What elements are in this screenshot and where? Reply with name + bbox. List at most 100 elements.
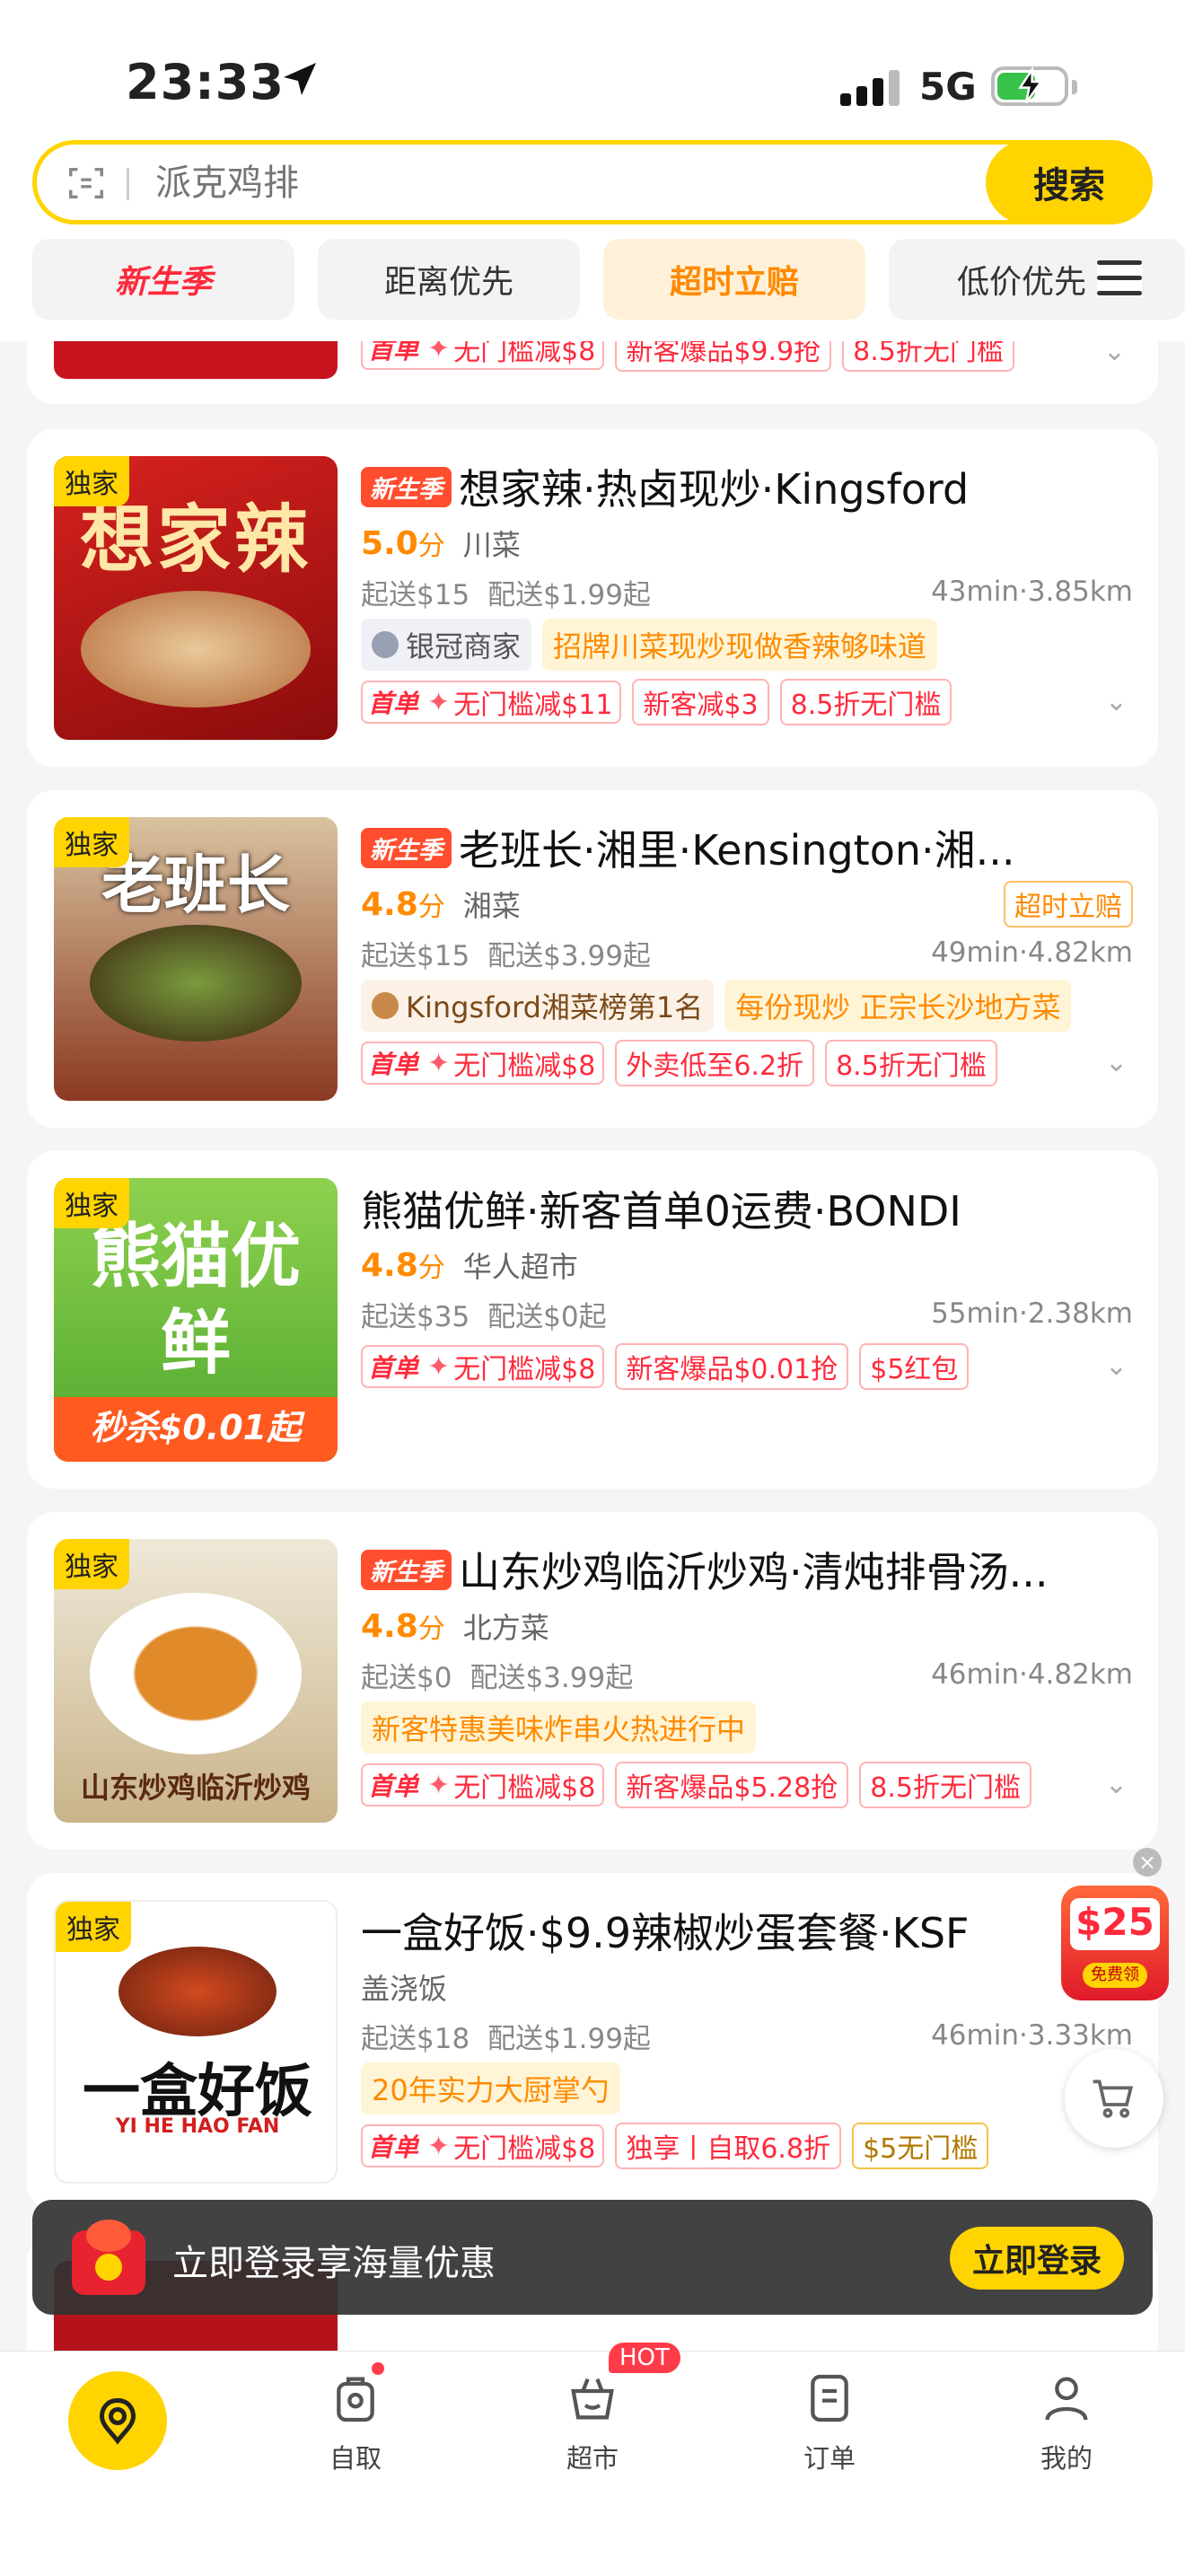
chevron-down-icon[interactable]: ⌄ [1105,1350,1128,1382]
rating-score: 4.8 [361,1246,418,1284]
profile-person-icon [1045,2377,1088,2421]
time-distance: 43min·3.85km [931,576,1133,608]
min-order: 起送$35 [361,1300,470,1333]
promo-tag: 外卖低至6.2折 [615,1040,815,1086]
pickup-bag-icon [337,2377,374,2422]
tab-profile[interactable]: 我的 [995,2369,1138,2475]
coupon-label: 免费领 [1083,1963,1147,1988]
location-arrow-icon [284,63,316,95]
battery-icon [991,66,1077,106]
restaurant-name[interactable]: 老班长·湘里·Kensington·湘... [459,818,1015,877]
restaurant-name[interactable]: 一盒好饭·$9.9辣椒炒蛋套餐·KSF [361,1901,970,1960]
restaurant-thumbnail [54,341,338,379]
search-divider [127,168,129,200]
search-button[interactable]: 搜索 [986,140,1153,224]
delivery-fee: 配送$0起 [487,1300,607,1333]
promo-tag: 8.5折无门槛 [825,1040,997,1086]
feature-tag: 20年实力大厨掌勺 [361,2062,620,2114]
search-input[interactable] [155,157,694,209]
cuisine-label: 川菜 [462,528,521,562]
cuisine-label: 盖浇饭 [361,1972,448,2006]
cart-icon [1093,2079,1134,2118]
promo-row: 首单 ✦ 无门槛减$11 新客减$3 8.5折无门槛 ⌄ [361,673,1133,731]
restaurant-name[interactable]: 山东炒鸡临沂炒鸡·清炖排骨汤... [459,1540,1049,1599]
promo-tag: 新客爆品$5.28抢 [615,1762,849,1808]
restaurant-card[interactable]: 独家 老班长 新生季 老班长·湘里·Kensington·湘... 4.8 分 … [27,790,1158,1128]
restaurant-card[interactable]: 独家 熊猫优鲜 秒杀$0.01起 熊猫优鲜·新客首单0运费·BONDI 4.8 … [27,1151,1158,1489]
promo-row: 首单 ✦ 无门槛减$8 外卖低至6.2折 8.5折无门槛 ⌄ [361,1034,1133,1092]
first-order-tag: 首单 ✦ 无门槛减$8 [361,1763,605,1807]
restaurant-card[interactable]: 独家 一盒好饭 YI HE HAO FAN 一盒好饭·$9.9辣椒炒蛋套餐·KS… [27,1873,1158,2211]
dish-image [118,1947,276,2036]
close-icon[interactable]: × [1133,1848,1162,1877]
restaurant-thumbnail: 独家 熊猫优鲜 秒杀$0.01起 [54,1178,338,1462]
restaurant-thumbnail: 独家 山东炒鸡临沂炒鸡 [54,1539,338,1823]
ranking-tag: Kingsford湘菜榜第1名 [361,980,715,1032]
promo-tag: 8.5折无门槛 [859,1762,1031,1808]
restaurant-thumbnail: 独家 想家辣 [54,456,338,740]
login-prompt-bar[interactable]: 立即登录享海量优惠 立即登录 [32,2200,1153,2315]
restaurant-card[interactable]: 独家 山东炒鸡临沂炒鸡 新生季 山东炒鸡临沂炒鸡·清炖排骨汤... 4.8 分 … [27,1512,1158,1850]
delivery-fee: 配送$3.99起 [487,939,651,972]
filter-late-compensation[interactable]: 超时立赔 [603,239,865,320]
filter-menu-icon[interactable] [1097,260,1142,296]
orders-list-icon [811,2374,848,2422]
login-prompt-text: 立即登录享海量优惠 [172,2243,496,2284]
exclusive-badge: 独家 [54,817,129,867]
coupon-float-button[interactable]: $25 免费领 [1061,1886,1169,2000]
red-packet-icon [59,2212,158,2302]
tab-pickup[interactable]: 自取 [284,2369,427,2475]
restaurant-card[interactable]: 独家 想家辣 新生季 想家辣·热卤现炒·Kingsford 5.0 分 川菜 起… [27,429,1158,767]
restaurant-name[interactable]: 熊猫优鲜·新客首单0运费·BONDI [361,1179,961,1238]
exclusive-badge: 独家 [54,1178,129,1228]
cuisine-label: 北方菜 [462,1611,549,1645]
status-bar: 23:33 5G [0,0,1185,135]
network-label: 5G [919,65,977,109]
first-order-tag: 首单 ✦ 无门槛减$11 [361,681,622,724]
promo-tag: 新客减$3 [632,679,769,725]
search-area: 搜索 新生季 距离优先 超时立赔 低价优先 [0,135,1185,341]
crown-icon [372,631,399,658]
tab-orders[interactable]: 订单 [758,2369,901,2475]
cart-button[interactable] [1065,2049,1163,2148]
restaurant-card-partial[interactable]: 首单 ✦ 无门槛减$8 新客爆品$9.9抢 8.5折无门槛 ⌄ [27,341,1158,404]
tab-home[interactable] [68,2371,167,2470]
filter-distance[interactable]: 距离优先 [318,239,580,320]
min-order: 起送$0 [361,1661,452,1694]
min-order: 起送$18 [361,2022,470,2055]
exclusive-badge: 独家 [54,456,129,506]
restaurant-thumbnail: 独家 老班长 [54,817,338,1101]
dish-image [81,591,311,708]
restaurant-name[interactable]: 想家辣·热卤现炒·Kingsford [459,457,969,516]
promo-row: 首单 ✦ 无门槛减$8 独享丨自取6.8折 $5无门槛 [361,2117,1133,2175]
promo-tag: $5无门槛 [852,2123,989,2169]
promo-tag: 独享丨自取6.8折 [615,2123,842,2169]
hot-badge: HOT [609,2343,680,2373]
login-button[interactable]: 立即登录 [950,2227,1124,2290]
dish-image [90,1593,302,1754]
supermarket-basket-icon [571,2378,614,2420]
feature-tag: 招牌川菜现炒现做香辣够味道 [542,619,938,671]
rating-score: 4.8 [361,885,418,923]
delivery-fee: 配送$1.99起 [487,2022,651,2055]
promo-row: 首单 ✦ 无门槛减$8 新客爆品$5.28抢 8.5折无门槛 ⌄ [361,1756,1133,1814]
home-logo-icon [99,2397,136,2445]
promo-tag: 新客爆品$0.01抢 [615,1343,849,1390]
chevron-down-icon[interactable]: ⌄ [1105,1769,1128,1800]
chevron-down-icon[interactable]: ⌄ [1105,686,1128,717]
filter-new-season[interactable]: 新生季 [32,239,294,320]
cuisine-label: 湘菜 [462,889,521,923]
medal-icon [372,992,399,1019]
tab-supermarket[interactable]: 超市 [521,2369,664,2475]
first-order-tag: 首单 ✦ 无门槛减$8 [361,341,605,370]
search-box[interactable]: 搜索 [32,140,1153,224]
chevron-down-icon[interactable]: ⌄ [1105,1047,1128,1078]
scan-icon[interactable] [66,163,107,204]
delivery-fee: 配送$1.99起 [487,578,651,611]
promo-tag: 新客爆品$9.9抢 [615,341,832,372]
promo-tag: $5红包 [859,1343,970,1390]
promo-tag: 8.5折无门槛 [842,341,1014,372]
bottom-tab-bar: 自取 HOT 超市 订单 我的 [0,2343,1185,2576]
time-distance: 49min·4.82km [931,936,1133,969]
chevron-down-icon[interactable]: ⌄ [1103,341,1126,367]
